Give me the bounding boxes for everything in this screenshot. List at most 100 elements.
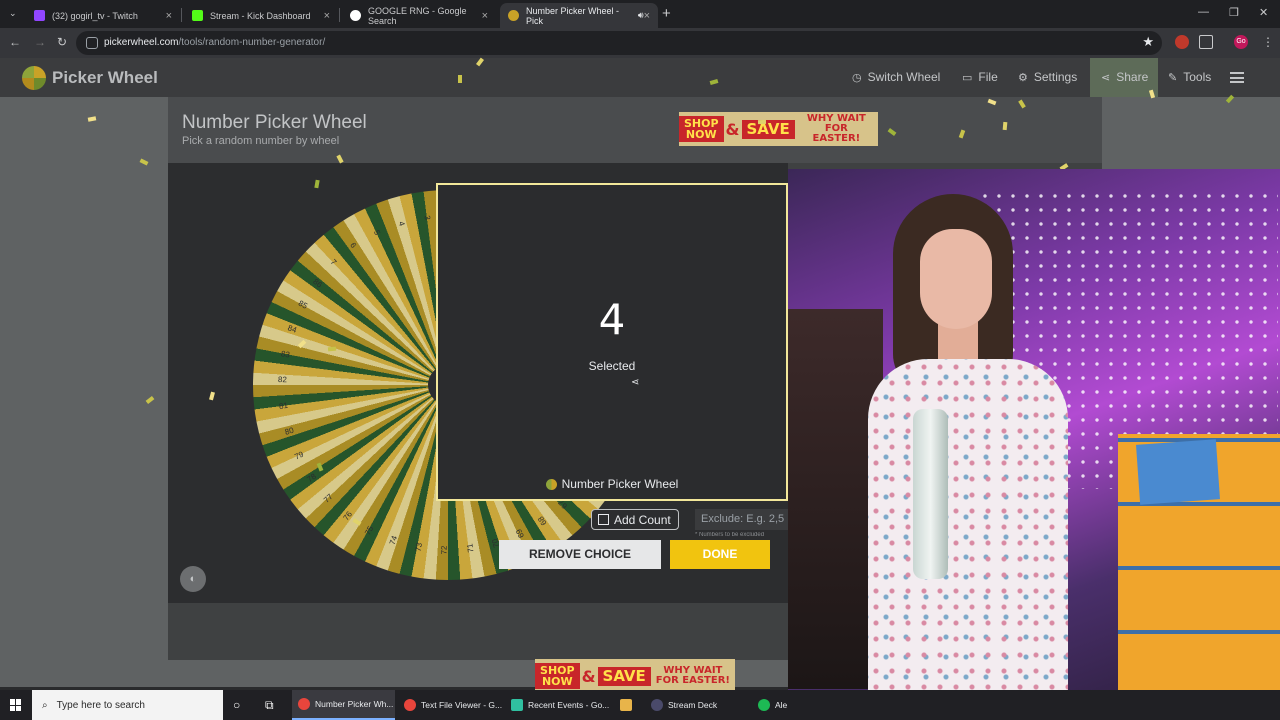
app-label: Ale (775, 700, 788, 710)
url-text: pickerwheel.com/tools/random-number-gene… (104, 37, 326, 48)
file-icon: ▭ (962, 71, 973, 84)
profile-avatar[interactable]: Go (1234, 35, 1248, 49)
wheel-number-label: 77 (321, 492, 335, 505)
taskbar-search[interactable]: ⌕ Type here to search (32, 690, 223, 720)
site-info-icon[interactable] (86, 37, 98, 49)
confetti-piece (327, 346, 337, 352)
taskbar-app-recent-events[interactable]: Recent Events - Go... (505, 690, 611, 720)
extension-icon[interactable] (1175, 35, 1189, 49)
ad-right: WHY WAIT FOR EASTER! (655, 665, 730, 686)
windows-start-icon[interactable] (10, 699, 22, 711)
switch-wheel-button[interactable]: ◷ Switch Wheel (852, 70, 940, 84)
bottom-advertisement-banner[interactable]: SHOP NOW & SAVE WHY WAIT FOR EASTER! (535, 659, 735, 693)
taskbar-app-stream-deck[interactable]: Stream Deck (645, 690, 750, 720)
logo-mark-icon (22, 66, 46, 90)
cortana-icon[interactable]: ○ (233, 698, 240, 712)
ad-left: SHOP NOW (535, 663, 580, 689)
picker-wheel-icon (508, 10, 519, 21)
minimize-button[interactable]: — (1198, 6, 1209, 18)
spotify-icon (758, 699, 770, 711)
close-icon[interactable]: × (324, 10, 330, 22)
site-header: Picker Wheel ◷ Switch Wheel ▭ File ⚙ Settin… (0, 58, 1280, 97)
stream-deck-icon (651, 699, 663, 711)
page-title: Number Picker Wheel (182, 112, 367, 133)
wheel-number-label: 74 (387, 534, 399, 547)
close-icon[interactable]: × (482, 10, 488, 22)
done-button[interactable]: DONE (670, 540, 770, 569)
dialog-brand: Number Picker Wheel (438, 477, 786, 491)
share-icon: ⋖ (1101, 71, 1111, 84)
ad-save: SAVE (597, 666, 651, 686)
browser-menu-icon[interactable]: ⋮ (1262, 35, 1274, 49)
brand-text: Number Picker Wheel (561, 477, 679, 491)
twitch-icon (34, 10, 45, 21)
wheel-number-label: 83 (280, 348, 291, 360)
confetti-piece (1002, 121, 1008, 131)
ad-left: SHOP NOW (679, 116, 724, 142)
reload-icon[interactable]: ↻ (57, 35, 67, 49)
taskbar-app-spotify[interactable]: Ale (752, 690, 792, 720)
tab-google[interactable]: GOOGLE RNG - Google Search × (342, 3, 496, 28)
ad-save: SAVE (741, 119, 795, 139)
card-boxes (1118, 434, 1280, 690)
sound-icon[interactable]: ◐ (180, 566, 206, 592)
page-subtitle: Pick a random number by wheel (182, 135, 340, 147)
result-value: 4 (598, 295, 626, 344)
checkbox[interactable] (598, 514, 609, 525)
bottle (913, 409, 948, 579)
folder-icon (620, 699, 632, 711)
tab-search-icon[interactable]: ⌄ (9, 8, 17, 19)
tab-title: Number Picker Wheel - Pick (526, 5, 620, 26)
new-tab-button[interactable]: + (662, 5, 671, 22)
tab-twitch[interactable]: (32) gogirl_tv - Twitch × (26, 3, 180, 28)
tab-title: Stream - Kick Dashboard (210, 10, 311, 21)
wheel-number-label: 82 (277, 375, 288, 385)
remove-choice-button[interactable]: REMOVE CHOICE (499, 540, 661, 569)
back-icon[interactable]: ← (9, 35, 21, 49)
tab-kick[interactable]: Stream - Kick Dashboard × (184, 3, 338, 28)
nav-label: Switch Wheel (867, 70, 941, 84)
advertisement-banner[interactable]: SHOP NOW & SAVE WHY WAIT FOR EASTER! (679, 112, 878, 146)
nav-label: Settings (1033, 70, 1078, 84)
app-label: Recent Events - Go... (528, 700, 610, 710)
share-button[interactable]: ⋖ Share (1101, 70, 1148, 84)
kick-icon (192, 10, 203, 21)
tab-picker-wheel[interactable]: Number Picker Wheel - Pick 🔊︎ × (500, 3, 658, 28)
wheel-number-label: 4 (396, 219, 407, 227)
tab-divider (181, 8, 182, 22)
close-icon[interactable]: × (644, 10, 650, 22)
address-bar[interactable]: pickerwheel.com/tools/random-number-gene… (76, 31, 1162, 55)
taskbar-app-file-explorer[interactable] (614, 690, 640, 720)
wheel-number-label: 85 (296, 298, 309, 312)
wheel-number-label: 73 (413, 542, 424, 553)
share-result-icon[interactable]: ⋖ (631, 377, 639, 388)
exclude-input[interactable]: Exclude: E.g. 2,5 (695, 509, 788, 530)
confetti-piece (757, 119, 767, 125)
wheel-number-label: 79 (292, 449, 305, 462)
tools-button[interactable]: ✎ Tools (1168, 70, 1211, 84)
settings-button[interactable]: ⚙ Settings (1018, 70, 1077, 84)
window-close-button[interactable]: ✕ (1259, 6, 1268, 19)
taskbar-app-text-viewer[interactable]: Text File Viewer - G... (398, 690, 503, 720)
add-count-toggle[interactable]: Add Count (591, 509, 679, 530)
nav-label: Tools (1183, 70, 1212, 84)
add-count-label: Add Count (614, 512, 671, 527)
star-icon[interactable]: ★ (1142, 34, 1154, 50)
windows-taskbar: ⌕ Type here to search ○ ⧉ Number Picker … (0, 690, 1280, 720)
ad-right: WHY WAIT FOR EASTER! (806, 113, 866, 144)
wheel-number-label: 71 (465, 543, 476, 554)
file-button[interactable]: ▭ File (962, 70, 998, 84)
taskbar-app-chrome-picker[interactable]: Number Picker Wh... (292, 690, 395, 720)
app-icon (511, 699, 523, 711)
extensions-puzzle-icon[interactable] (1199, 35, 1213, 49)
close-icon[interactable]: × (166, 10, 172, 22)
forward-icon[interactable]: → (34, 35, 46, 49)
wheel-number-label: 72 (439, 545, 449, 555)
site-logo[interactable]: Picker Wheel (22, 66, 158, 90)
nav-label: File (978, 70, 998, 84)
tab-divider (339, 8, 340, 22)
maximize-button[interactable]: ❐ (1229, 6, 1239, 19)
wheel-number-label: 86 (310, 276, 324, 290)
task-view-icon[interactable]: ⧉ (265, 698, 274, 713)
menu-icon[interactable] (1230, 72, 1244, 83)
